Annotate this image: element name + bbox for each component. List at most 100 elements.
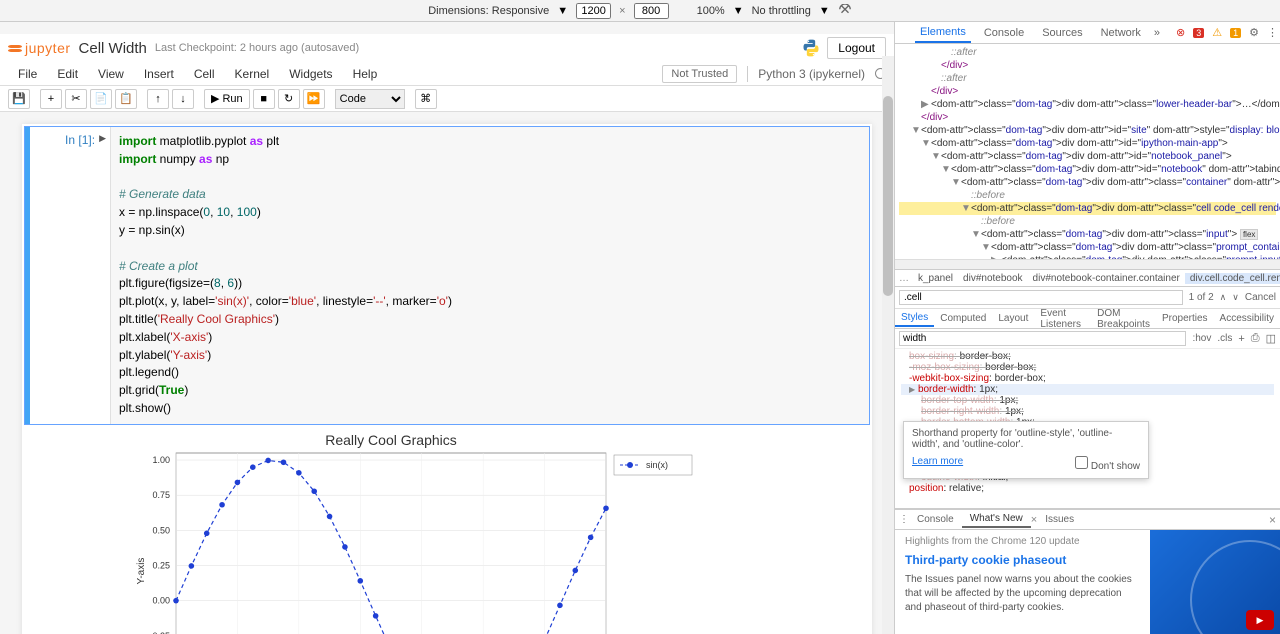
cls-toggle[interactable]: .cls xyxy=(1217,333,1232,344)
tab-layout[interactable]: Layout xyxy=(992,311,1034,326)
svg-text:0.00: 0.00 xyxy=(152,595,170,605)
new-style-icon[interactable]: + xyxy=(1238,333,1244,345)
rotate-icon[interactable] xyxy=(838,4,852,18)
not-trusted-button[interactable]: Not Trusted xyxy=(662,65,737,83)
kernel-label[interactable]: Python 3 (ipykernel) xyxy=(758,67,865,81)
drawer-tabs: ⋮ Console What's New × Issues × xyxy=(895,510,1280,530)
tab-styles[interactable]: Styles xyxy=(895,310,934,327)
drawer-tab-console[interactable]: Console xyxy=(909,512,962,527)
breadcrumb-item[interactable]: div#notebook xyxy=(958,273,1028,284)
tab-network[interactable]: Network xyxy=(1096,24,1146,42)
youtube-play-icon[interactable]: ▶ xyxy=(1246,610,1274,630)
menu-insert[interactable]: Insert xyxy=(134,64,184,84)
restart-icon[interactable]: ↻ xyxy=(278,89,300,109)
prompt-area: In [1]: ▶ xyxy=(30,127,110,424)
dom-breadcrumb[interactable]: …k_paneldiv#notebookdiv#notebook-contain… xyxy=(895,269,1280,287)
jupyter-logo[interactable]: jupyter xyxy=(8,40,71,56)
print-icon[interactable]: ⎙ xyxy=(1251,332,1260,345)
throttle-select[interactable]: No throttling xyxy=(752,5,811,17)
python-logo-icon xyxy=(801,38,821,58)
save-icon[interactable]: 💾 xyxy=(8,89,30,109)
menu-cell[interactable]: Cell xyxy=(184,64,225,84)
warning-count: 1 xyxy=(1230,28,1241,38)
run-button[interactable]: ▶ Run xyxy=(204,89,250,109)
menu-bar: File Edit View Insert Cell Kernel Widget… xyxy=(0,62,894,86)
add-cell-icon[interactable]: + xyxy=(40,89,62,109)
error-count: 3 xyxy=(1193,28,1204,38)
dom-scrollbar[interactable] xyxy=(895,259,1280,269)
command-palette-icon[interactable]: ⌘ xyxy=(415,89,437,109)
move-up-icon[interactable]: ↑ xyxy=(147,89,169,109)
video-thumbnail[interactable]: ▶ xyxy=(1150,530,1280,634)
svg-text:0.75: 0.75 xyxy=(152,490,170,500)
tab-computed[interactable]: Computed xyxy=(934,311,992,326)
styles-filter-input[interactable] xyxy=(899,331,1186,346)
cell-prompt: In [1]: xyxy=(65,133,95,147)
stop-icon[interactable]: ■ xyxy=(253,89,275,109)
tab-dom-breakpoints[interactable]: DOM Breakpoints xyxy=(1091,306,1156,332)
styles-panel[interactable]: box-sizing: border-box;-moz-box-sizing: … xyxy=(895,349,1280,508)
menu-widgets[interactable]: Widgets xyxy=(279,64,342,84)
jupyter-header: jupyter Cell Width Last Checkpoint: 2 ho… xyxy=(0,34,894,62)
celltype-select[interactable]: Code xyxy=(335,89,405,109)
paste-icon[interactable]: 📋 xyxy=(115,89,137,109)
device-viewport: jupyter Cell Width Last Checkpoint: 2 ho… xyxy=(0,22,895,634)
svg-text:sin(x): sin(x) xyxy=(646,460,668,470)
tab-accessibility[interactable]: Accessibility xyxy=(1214,311,1280,326)
drawer-menu-icon[interactable]: ⋮ xyxy=(899,514,909,525)
move-down-icon[interactable]: ↓ xyxy=(172,89,194,109)
notebook-title[interactable]: Cell Width xyxy=(79,40,147,57)
search-cancel[interactable]: Cancel xyxy=(1245,292,1276,303)
whatsnew-highlight: Highlights from the Chrome 120 update xyxy=(905,536,1140,547)
drawer-tab-issues[interactable]: Issues xyxy=(1037,512,1082,527)
breadcrumb-item[interactable]: div.cell.code_cell.rendered.selected xyxy=(1185,273,1280,284)
device-toolbar: Dimensions: Responsive▼ × 100%▼ No throt… xyxy=(0,0,1280,22)
width-input[interactable] xyxy=(576,3,611,19)
menu-file[interactable]: File xyxy=(8,64,47,84)
learn-more-link[interactable]: Learn more xyxy=(912,456,963,467)
dim-x: × xyxy=(619,5,625,17)
hov-toggle[interactable]: :hov xyxy=(1192,333,1211,344)
search-prev-icon[interactable]: ∧ xyxy=(1220,292,1227,303)
height-input[interactable] xyxy=(634,3,669,19)
code-editor[interactable]: import matplotlib.pyplot as plt import n… xyxy=(110,127,869,424)
search-next-icon[interactable]: ∨ xyxy=(1232,292,1239,303)
drawer-tab-whatsnew[interactable]: What's New xyxy=(962,511,1031,528)
tab-console[interactable]: Console xyxy=(979,24,1029,42)
tab-sources[interactable]: Sources xyxy=(1037,24,1087,42)
svg-text:1.00: 1.00 xyxy=(152,455,170,465)
devtools-panel: Elements Console Sources Network » ⊗ 3 ⚠ 1… xyxy=(895,22,1280,634)
restart-run-icon[interactable]: ⏩ xyxy=(303,89,325,109)
cut-icon[interactable]: ✂ xyxy=(65,89,87,109)
svg-text:Really Cool Graphics: Really Cool Graphics xyxy=(325,432,457,448)
tab-properties[interactable]: Properties xyxy=(1156,311,1214,326)
settings-icon[interactable]: ⚙ xyxy=(1249,26,1259,39)
dom-search-input[interactable] xyxy=(899,290,1183,305)
copy-icon[interactable]: 📄 xyxy=(90,89,112,109)
breadcrumb-item[interactable]: k_panel xyxy=(913,273,958,284)
tab-events[interactable]: Event Listeners xyxy=(1034,306,1091,332)
drawer-close-icon[interactable]: × xyxy=(1269,513,1276,527)
scrollbar[interactable] xyxy=(882,56,894,634)
menu-view[interactable]: View xyxy=(88,64,134,84)
code-cell[interactable]: In [1]: ▶ import matplotlib.pyplot as pl… xyxy=(24,126,870,425)
dimensions-label[interactable]: Dimensions: Responsive xyxy=(428,5,549,17)
computed-styles-icon[interactable]: ◫ xyxy=(1266,332,1276,345)
warning-icon[interactable]: ⚠ xyxy=(1212,26,1222,39)
menu-help[interactable]: Help xyxy=(343,64,388,84)
more-icon[interactable]: ⋮ xyxy=(1267,26,1278,39)
dom-tree[interactable]: ::after</div>::after</div>▶<dom-attr">cl… xyxy=(895,44,1280,259)
error-icon[interactable]: ⊗ xyxy=(1176,26,1185,39)
dont-show-checkbox[interactable] xyxy=(1075,456,1088,469)
output-area: Really Cool Graphics 1.000.750.500.250.0… xyxy=(24,425,870,634)
more-tabs-icon[interactable]: » xyxy=(1154,27,1160,39)
zoom-select[interactable]: 100% xyxy=(697,5,725,17)
menu-edit[interactable]: Edit xyxy=(47,64,88,84)
breadcrumb-item[interactable]: div#notebook-container.container xyxy=(1028,273,1185,284)
run-cell-icon[interactable]: ▶ xyxy=(99,133,106,144)
svg-text:0.50: 0.50 xyxy=(152,525,170,535)
tab-elements[interactable]: Elements xyxy=(915,23,971,43)
menu-kernel[interactable]: Kernel xyxy=(225,64,280,84)
logout-button[interactable]: Logout xyxy=(827,37,886,59)
notebook-container[interactable]: In [1]: ▶ import matplotlib.pyplot as pl… xyxy=(0,112,894,634)
